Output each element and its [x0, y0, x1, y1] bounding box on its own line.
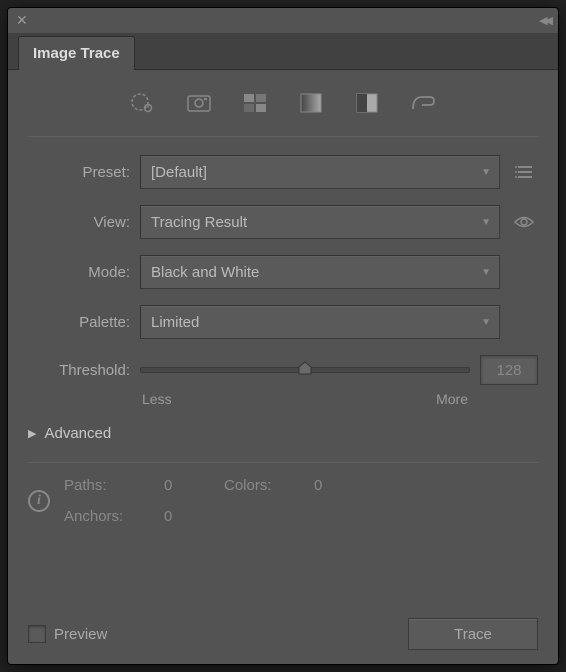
collapse-icon[interactable]: ◀◀ — [539, 14, 550, 27]
colors-label: Colors: — [224, 477, 314, 494]
outline-icon[interactable] — [410, 92, 436, 114]
image-trace-panel: ✕ ◀◀ Image Trace — [7, 7, 559, 665]
info-icon: i — [28, 490, 50, 512]
paths-value: 0 — [164, 477, 224, 494]
threshold-less-label: Less — [142, 391, 172, 407]
threshold-slider[interactable] — [140, 367, 470, 373]
grayscale-icon[interactable] — [298, 92, 324, 114]
threshold-more-label: More — [436, 391, 468, 407]
slider-thumb-icon[interactable] — [297, 361, 313, 375]
palette-label: Palette: — [28, 314, 140, 331]
info-grid: Paths: 0 Colors: 0 Anchors: 0 — [64, 477, 354, 525]
low-color-icon[interactable] — [242, 92, 268, 114]
mode-value: Black and White — [151, 264, 259, 281]
close-icon[interactable]: ✕ — [16, 12, 28, 29]
chevron-down-icon: ▼ — [481, 217, 491, 228]
advanced-label: Advanced — [44, 425, 111, 442]
anchors-label: Anchors: — [64, 508, 164, 525]
tab-bar: Image Trace — [8, 34, 558, 70]
palette-value: Limited — [151, 314, 199, 331]
trace-button[interactable]: Trace — [408, 618, 538, 650]
view-dropdown[interactable]: Tracing Result ▼ — [140, 205, 500, 239]
preview-label: Preview — [54, 626, 107, 643]
anchors-value: 0 — [164, 508, 224, 525]
paths-label: Paths: — [64, 477, 164, 494]
palette-dropdown[interactable]: Limited ▼ — [140, 305, 500, 339]
chevron-down-icon: ▼ — [481, 317, 491, 328]
preset-menu-icon[interactable] — [510, 165, 538, 179]
view-label: View: — [28, 214, 140, 231]
advanced-toggle[interactable]: ▶ Advanced — [28, 425, 538, 442]
chevron-down-icon: ▼ — [481, 267, 491, 278]
threshold-input[interactable]: 128 — [480, 355, 538, 385]
mode-label: Mode: — [28, 264, 140, 281]
preset-icon-row — [28, 84, 538, 132]
auto-color-icon[interactable] — [130, 92, 156, 114]
eye-icon[interactable] — [510, 215, 538, 229]
threshold-label: Threshold: — [28, 362, 140, 379]
titlebar: ✕ ◀◀ — [8, 8, 558, 34]
preset-label: Preset: — [28, 164, 140, 181]
triangle-right-icon: ▶ — [28, 427, 36, 440]
high-color-icon[interactable] — [186, 92, 212, 114]
view-value: Tracing Result — [151, 214, 247, 231]
preview-checkbox[interactable] — [28, 625, 46, 643]
preset-value: [Default] — [151, 164, 207, 181]
black-white-icon[interactable] — [354, 92, 380, 114]
preset-dropdown[interactable]: [Default] ▼ — [140, 155, 500, 189]
tab-image-trace[interactable]: Image Trace — [18, 36, 135, 70]
colors-value: 0 — [314, 477, 354, 494]
mode-dropdown[interactable]: Black and White ▼ — [140, 255, 500, 289]
chevron-down-icon: ▼ — [481, 167, 491, 178]
